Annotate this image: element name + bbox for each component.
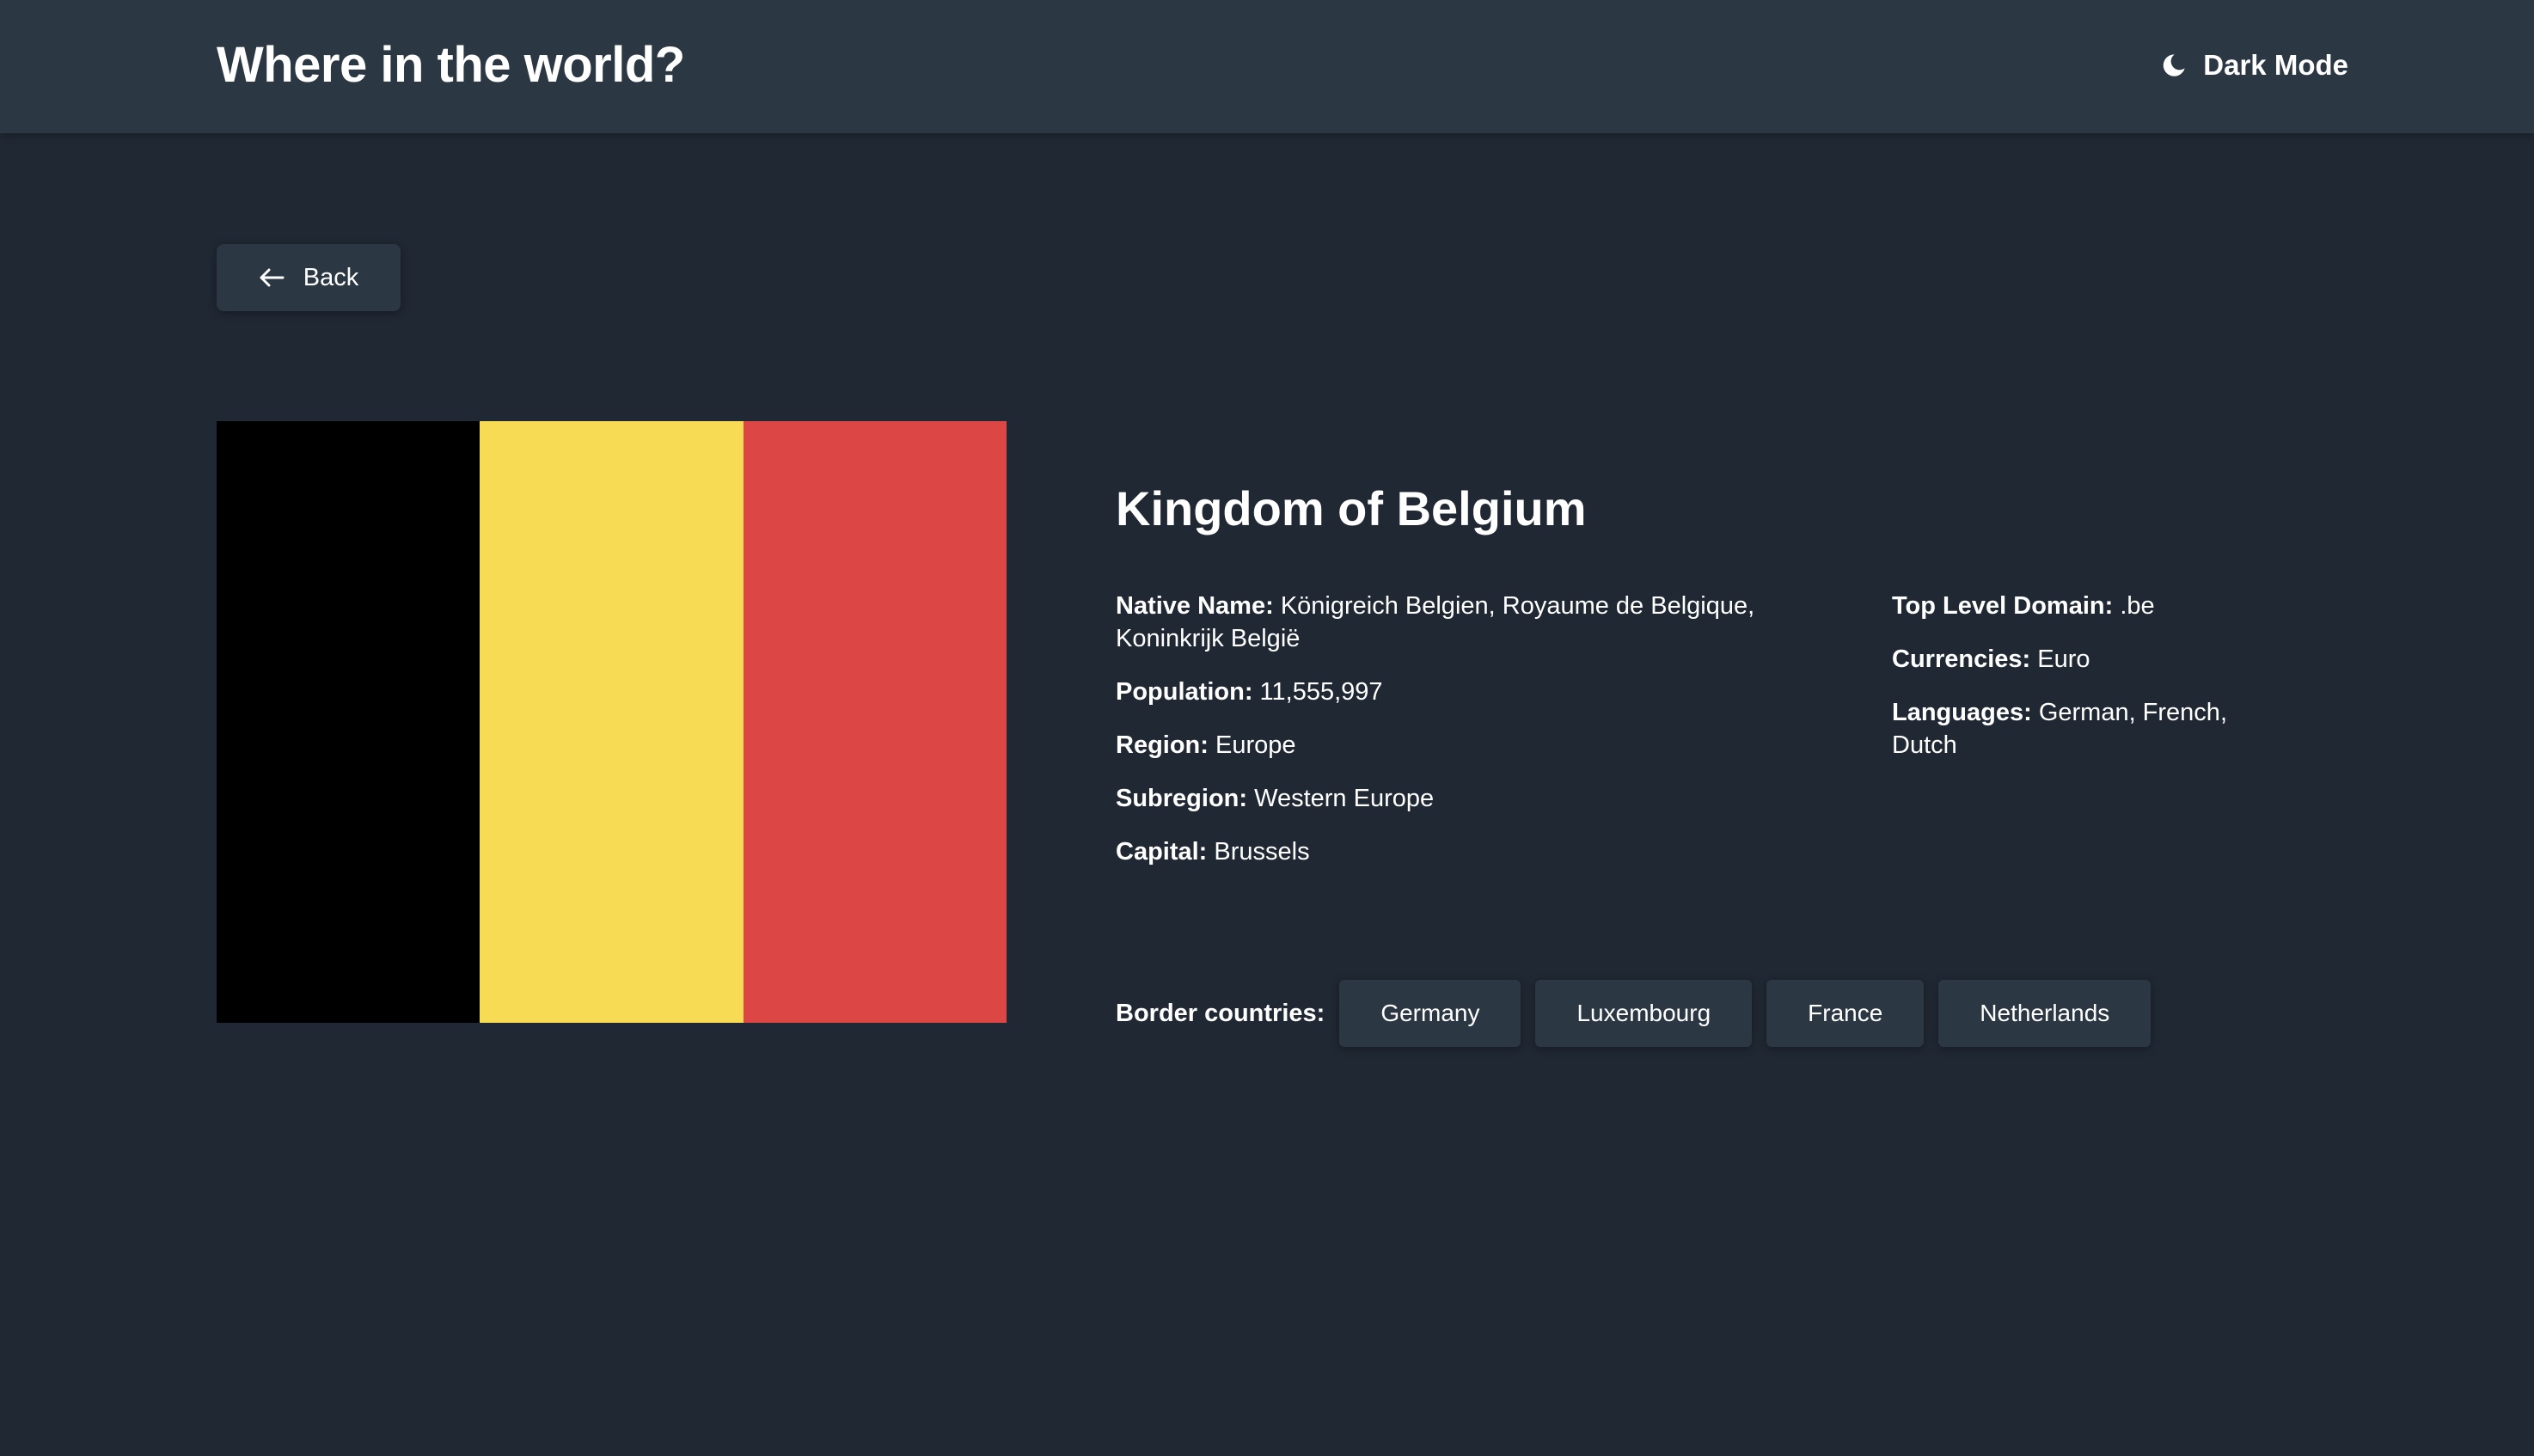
population-row: Population: 11,555,997 bbox=[1116, 676, 1855, 708]
dark-mode-label: Dark Mode bbox=[2203, 49, 2348, 81]
subregion-row: Subregion: Western Europe bbox=[1116, 782, 1855, 815]
border-countries: Border countries: Germany Luxembourg Fra… bbox=[1116, 979, 2151, 1048]
capital-label: Capital: bbox=[1116, 838, 1208, 866]
region-row: Region: Europe bbox=[1116, 729, 1855, 762]
tld-value: .be bbox=[2120, 592, 2155, 620]
border-country-button[interactable]: Netherlands bbox=[1938, 980, 2151, 1047]
info-column-secondary: Top Level Domain: .be Currencies: Euro L… bbox=[1892, 590, 2253, 782]
subregion-value: Western Europe bbox=[1254, 785, 1435, 812]
flag-stripe-black bbox=[217, 421, 480, 1023]
back-label: Back bbox=[303, 263, 359, 291]
top-bar: Where in the world? Dark Mode bbox=[0, 0, 2534, 133]
dark-mode-toggle[interactable]: Dark Mode bbox=[2160, 43, 2348, 88]
back-button[interactable]: Back bbox=[217, 244, 401, 311]
region-value: Europe bbox=[1215, 731, 1296, 759]
moon-icon bbox=[2160, 52, 2188, 79]
languages-row: Languages: German, French, Dutch bbox=[1892, 696, 2253, 762]
country-flag bbox=[217, 421, 1007, 1023]
capital-row: Capital: Brussels bbox=[1116, 835, 1855, 868]
flag-stripe-yellow bbox=[480, 421, 744, 1023]
flag-stripe-red bbox=[743, 421, 1007, 1023]
population-label: Population: bbox=[1116, 678, 1253, 706]
country-name: Kingdom of Belgium bbox=[1116, 481, 1587, 535]
border-country-button[interactable]: Luxembourg bbox=[1535, 980, 1753, 1047]
languages-label: Languages: bbox=[1892, 699, 2032, 726]
border-countries-label: Border countries: bbox=[1116, 999, 1325, 1027]
border-country-button[interactable]: Germany bbox=[1339, 980, 1521, 1047]
arrow-left-icon bbox=[259, 268, 285, 287]
subregion-label: Subregion: bbox=[1116, 785, 1248, 812]
tld-label: Top Level Domain: bbox=[1892, 592, 2114, 620]
currencies-row: Currencies: Euro bbox=[1892, 643, 2253, 676]
info-column-primary: Native Name: Königreich Belgien, Royaume… bbox=[1116, 590, 1855, 889]
border-country-button[interactable]: France bbox=[1766, 980, 1925, 1047]
app-title: Where in the world? bbox=[217, 37, 685, 93]
currencies-label: Currencies: bbox=[1892, 645, 2031, 673]
native-name-label: Native Name: bbox=[1116, 592, 1274, 620]
region-label: Region: bbox=[1116, 731, 1209, 759]
capital-value: Brussels bbox=[1214, 838, 1310, 866]
tld-row: Top Level Domain: .be bbox=[1892, 590, 2253, 622]
currencies-value: Euro bbox=[2037, 645, 2090, 673]
native-name-row: Native Name: Königreich Belgien, Royaume… bbox=[1116, 590, 1855, 655]
population-value: 11,555,997 bbox=[1259, 678, 1383, 706]
